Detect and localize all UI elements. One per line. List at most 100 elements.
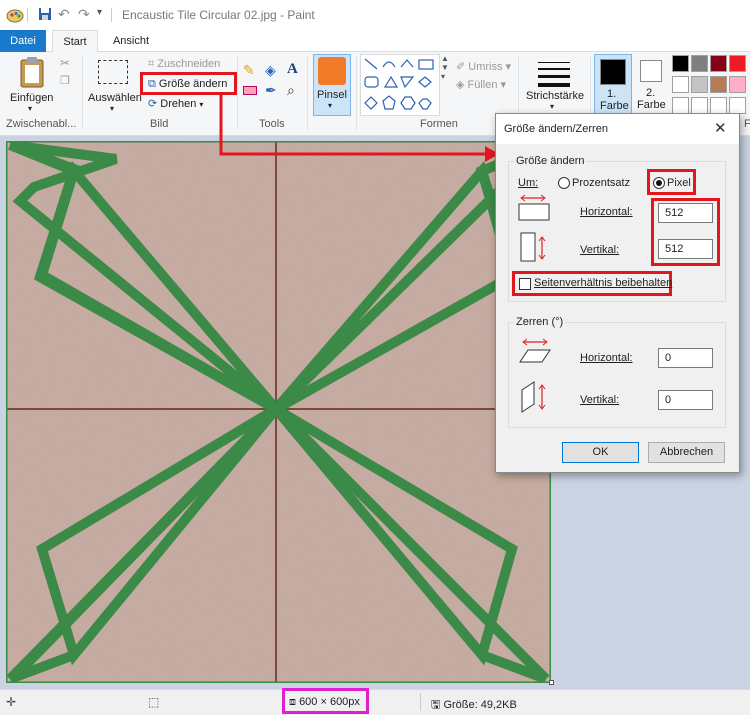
- stroke-width-button[interactable]: Strichstärke ▾: [522, 56, 586, 116]
- skew-vertical-label: Vertikal:: [580, 394, 620, 406]
- crop-button[interactable]: ⌗ Zuschneiden: [148, 58, 220, 71]
- redo-icon[interactable]: ↷: [78, 6, 90, 23]
- fill-bucket-icon[interactable]: ◈: [265, 62, 276, 79]
- title-bar: ↶ ↷ ▾ Encaustic Tile Circular 02.jpg - P…: [0, 0, 750, 30]
- tab-start[interactable]: Start: [52, 30, 98, 53]
- skew-vertical-icon: [521, 381, 546, 413]
- dialog-title: Größe ändern/Zerren: [504, 123, 608, 135]
- color2-num: 2.: [646, 87, 656, 99]
- image-canvas[interactable]: [6, 141, 551, 683]
- clipboard-group-label: Zwischenabl...: [6, 118, 77, 130]
- color2-label: Farbe: [637, 99, 666, 111]
- palette-swatch[interactable]: [729, 55, 746, 72]
- paint-app-icon: [6, 9, 24, 23]
- paste-button[interactable]: Einfügen ▾: [8, 56, 56, 114]
- image-dimensions: ⧈ 600 × 600px: [289, 696, 360, 709]
- percent-label: Prozentsatz: [572, 177, 631, 189]
- dimensions-text: 600 × 600px: [299, 696, 360, 708]
- skew-horizontal-label: Horizontal:: [580, 352, 633, 364]
- palette-swatch[interactable]: [691, 55, 708, 72]
- quick-access-dropdown-icon[interactable]: ▾: [97, 7, 102, 18]
- color1-num: 1.: [607, 88, 617, 100]
- select-label: Auswählen: [88, 92, 142, 104]
- palette-swatch[interactable]: [691, 97, 708, 114]
- dialog-titlebar: Größe ändern/Zerren ✕: [496, 114, 739, 144]
- horizontal-input[interactable]: 512: [658, 203, 713, 223]
- color1-button[interactable]: 1. Farbe: [594, 54, 632, 116]
- cut-icon[interactable]: ✂: [60, 56, 70, 70]
- fill-button[interactable]: ◈ Füllen ▾: [456, 78, 506, 91]
- tile-image: [6, 141, 551, 683]
- file-size: 🖫 Größe: 49,2KB: [431, 696, 517, 715]
- palette-swatch[interactable]: [691, 76, 708, 93]
- resize-icon: ⧉: [148, 78, 156, 90]
- palette-swatch[interactable]: [710, 55, 727, 72]
- crop-icon: ⌗: [148, 58, 155, 70]
- vertical-label: Vertikal:: [580, 244, 620, 256]
- save-icon[interactable]: [38, 7, 52, 21]
- aspect-label: Seitenverhältnis beibehalten: [534, 277, 673, 289]
- horizontal-resize-icon: [518, 194, 550, 221]
- image-size-icon: ⧈: [289, 696, 296, 708]
- palette-swatch[interactable]: [710, 76, 727, 93]
- tab-ansicht[interactable]: Ansicht: [106, 30, 156, 52]
- palette-swatch[interactable]: [672, 97, 689, 114]
- stroke-dropdown-icon: ▾: [550, 102, 555, 111]
- resize-dialog: Größe ändern/Zerren ✕ Größe ändern Um: P…: [495, 113, 740, 473]
- select-icon: [98, 60, 128, 84]
- pixel-radio[interactable]: [653, 177, 665, 189]
- color2-swatch: [640, 60, 662, 82]
- outline-button[interactable]: ✐ Umriss ▾: [456, 60, 511, 73]
- paste-dropdown-icon: ▾: [28, 104, 33, 113]
- image-group-label: Bild: [150, 118, 169, 130]
- color1-label: Farbe: [600, 100, 629, 112]
- color2-button[interactable]: 2. Farbe: [634, 54, 668, 116]
- ok-button[interactable]: OK: [562, 442, 639, 463]
- canvas-resize-handle[interactable]: [549, 680, 554, 685]
- skew-horizontal-input[interactable]: 0: [658, 348, 713, 368]
- disk-icon: 🖫: [431, 699, 441, 711]
- pencil-icon[interactable]: ✎: [243, 62, 255, 79]
- aspect-checkbox[interactable]: [519, 278, 531, 290]
- stroke-line-icon: [538, 62, 570, 63]
- close-icon[interactable]: ✕: [714, 119, 727, 137]
- copy-icon[interactable]: ❐: [60, 74, 70, 87]
- vertical-input[interactable]: 512: [658, 239, 713, 259]
- palette-swatch[interactable]: [729, 76, 746, 93]
- resize-button[interactable]: ⧉ Größe ändern: [148, 78, 227, 91]
- by-label: Um:: [518, 177, 539, 189]
- percent-radio[interactable]: [558, 177, 570, 189]
- paste-label: Einfügen: [10, 92, 54, 104]
- outline-icon: ✐: [456, 61, 466, 73]
- outline-label: Umriss: [468, 61, 503, 73]
- pixel-label: Pixel: [667, 177, 691, 189]
- brush-icon: [318, 57, 346, 85]
- ribbon-tabs: Datei Start Ansicht: [0, 30, 750, 53]
- color1-swatch: [600, 59, 626, 85]
- rotate-dropdown-icon: ▾: [199, 100, 204, 109]
- colors-group-label: F: [744, 118, 750, 130]
- resize-section-title: Größe ändern: [514, 155, 587, 167]
- undo-icon[interactable]: ↶: [58, 6, 70, 23]
- fill-label: Füllen: [467, 79, 498, 91]
- palette-swatch[interactable]: [710, 97, 727, 114]
- palette-swatch[interactable]: [672, 76, 689, 93]
- palette-swatch[interactable]: [729, 97, 746, 114]
- skew-horizontal-icon: [519, 338, 551, 363]
- tab-datei[interactable]: Datei: [0, 30, 46, 52]
- text-tool-icon[interactable]: A: [287, 61, 298, 78]
- file-size-text: Größe: 49,2KB: [443, 699, 517, 711]
- fill-icon: ◈: [456, 79, 465, 91]
- skew-vertical-input[interactable]: 0: [658, 390, 713, 410]
- shapes-scroll-icon[interactable]: ▲ ▼ ▾: [441, 54, 449, 81]
- clipboard-icon: [20, 57, 44, 88]
- rotate-button[interactable]: ⟳ Drehen ▾: [148, 97, 203, 110]
- cursor-position-icon: ✛: [6, 695, 17, 709]
- status-bar: ✛ ⬚ ⧈ 600 × 600px 🖫 Größe: 49,2KB: [0, 688, 750, 715]
- select-button[interactable]: Auswählen ▾: [88, 56, 142, 114]
- skew-section-title: Zerren (°): [514, 316, 566, 328]
- cancel-button[interactable]: Abbrechen: [648, 442, 725, 463]
- palette-swatch[interactable]: [672, 55, 689, 72]
- crop-label: Zuschneiden: [157, 58, 221, 70]
- color-palette[interactable]: [672, 55, 750, 117]
